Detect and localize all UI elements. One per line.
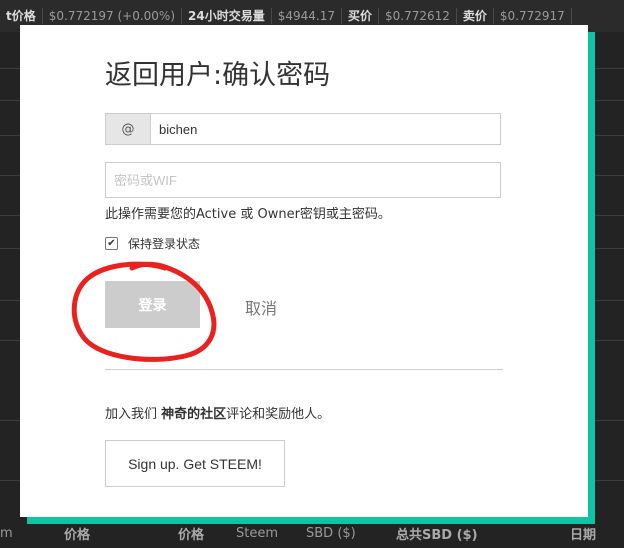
footer-col-sbd: SBD ($) <box>306 525 356 541</box>
key-requirement-hint: 此操作需要您的Active 或 Owner密钥或主密码。 <box>105 207 391 222</box>
footer-col-price-2: 价格 <box>178 527 205 543</box>
community-link[interactable]: 神奇的社区 <box>161 407 226 422</box>
community-invite-text: 加入我们 神奇的社区评论和奖励他人。 <box>105 403 330 422</box>
footer-col-price: 价格 <box>64 527 91 543</box>
signup-button[interactable]: Sign up. Get STEEM! <box>105 440 285 487</box>
username-group: @ <box>105 113 501 145</box>
footer-col-0: m <box>0 525 13 541</box>
keep-logged-in-option[interactable]: ✔ 保持登录状态 <box>105 235 200 252</box>
at-sign-prefix: @ <box>106 114 151 144</box>
section-divider <box>105 369 503 370</box>
password-input[interactable] <box>105 162 501 198</box>
keep-logged-in-label: 保持登录状态 <box>128 237 201 251</box>
username-input[interactable] <box>151 114 500 144</box>
ticker-price-value: $0.772197 (+0.00%) <box>43 8 182 24</box>
footer-col-total-sbd: 总共SBD ($) <box>396 527 478 543</box>
ticker-volume-value: $4944.17 <box>272 8 342 24</box>
footer-col-date: 日期 <box>570 527 597 543</box>
ticker-bid-value: $0.772612 <box>379 8 457 24</box>
community-prefix: 加入我们 <box>105 407 162 422</box>
ticker-price-label: t价格 <box>0 8 43 24</box>
login-button[interactable]: 登录 <box>105 281 200 328</box>
modal-title: 返回用户:确认密码 <box>105 60 331 91</box>
ticker-ask-label: 卖价 <box>457 8 494 24</box>
ticker-ask-value: $0.772917 <box>494 8 572 24</box>
ticker-bid-label: 买价 <box>342 8 379 24</box>
community-suffix: 评论和奖励他人。 <box>226 407 331 422</box>
ticker-volume-label: 24小时交易量 <box>182 8 272 24</box>
login-modal: 返回用户:确认密码 @ 此操作需要您的Active 或 Owner密钥或主密码。… <box>20 25 588 517</box>
footer-col-steem: Steem <box>236 525 279 541</box>
cancel-link[interactable]: 取消 <box>245 295 277 319</box>
keep-logged-in-checkbox[interactable]: ✔ <box>105 237 118 250</box>
